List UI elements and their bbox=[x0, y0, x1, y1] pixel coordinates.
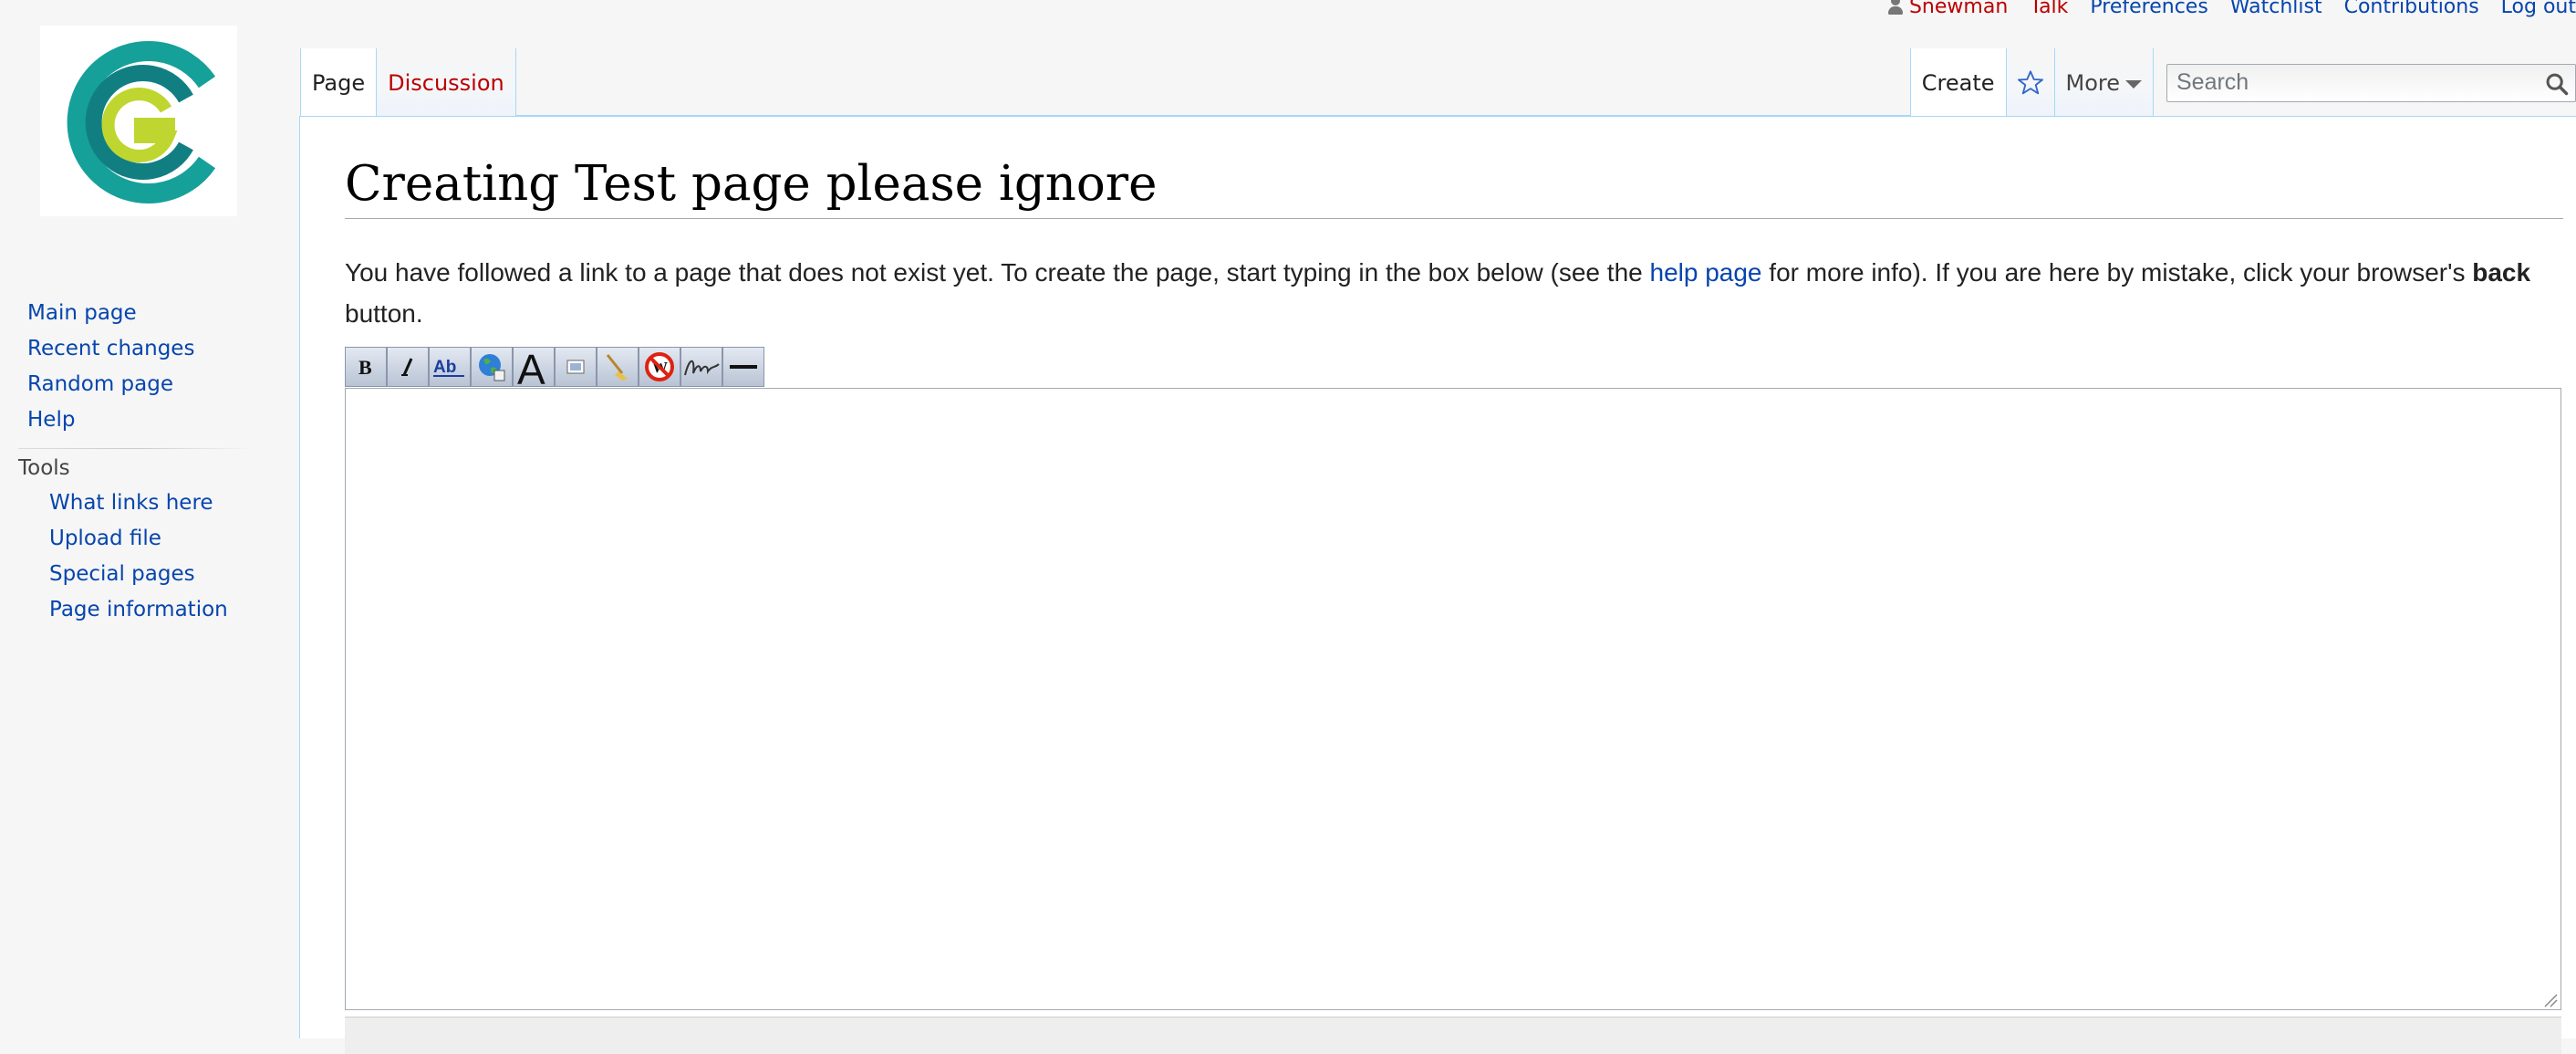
personal-tools: Snewman Talk Preferences Watchlist Contr… bbox=[1887, 0, 2576, 20]
headline-button[interactable]: A bbox=[513, 347, 555, 387]
more-label: More bbox=[2065, 69, 2121, 96]
sidebar-item-help[interactable]: Help bbox=[27, 408, 75, 432]
sidebar-item-main-page[interactable]: Main page bbox=[27, 301, 137, 325]
logout-link[interactable]: Log out bbox=[2501, 0, 2576, 18]
internal-link-button[interactable]: Ab bbox=[429, 347, 471, 387]
search-box bbox=[2166, 63, 2576, 102]
edit-textarea[interactable] bbox=[345, 388, 2561, 1010]
nowiki-button[interactable] bbox=[597, 347, 639, 387]
username-label: Snewman bbox=[1908, 0, 2009, 18]
sidebar-item-page-information[interactable]: Page information bbox=[49, 598, 228, 621]
preferences-link[interactable]: Preferences bbox=[2090, 0, 2207, 18]
internal-link-icon: Ab bbox=[433, 358, 464, 377]
contributions-link[interactable]: Contributions bbox=[2344, 0, 2479, 18]
tools-heading: Tools bbox=[18, 456, 70, 480]
resize-grip-icon[interactable] bbox=[2541, 991, 2558, 1007]
signature-icon bbox=[684, 360, 720, 376]
broom-icon bbox=[606, 354, 628, 381]
tab-page[interactable]: Page bbox=[300, 48, 378, 117]
page-title: Creating Test page please ignore bbox=[345, 153, 2563, 219]
user-link[interactable]: Snewman bbox=[1887, 0, 2008, 18]
site-logo[interactable] bbox=[40, 26, 237, 216]
sidebar-item-what-links-here[interactable]: What links here bbox=[49, 491, 213, 515]
ignore-formatting-button[interactable]: W bbox=[639, 347, 680, 387]
bold-button[interactable]: B bbox=[345, 347, 387, 387]
site-logo-cg-icon bbox=[67, 41, 216, 203]
italic-button[interactable] bbox=[387, 347, 429, 387]
embedded-file-button[interactable] bbox=[555, 347, 597, 387]
horizontal-line-button[interactable] bbox=[722, 347, 764, 387]
intro-end: button. bbox=[345, 299, 423, 328]
tab-create[interactable]: Create bbox=[1909, 48, 2007, 117]
sidebar-item-recent-changes[interactable]: Recent changes bbox=[27, 337, 194, 360]
search-icon[interactable] bbox=[2544, 71, 2570, 97]
svg-text:Ab: Ab bbox=[433, 358, 456, 377]
italic-icon bbox=[401, 358, 413, 376]
back-word: back bbox=[2472, 258, 2531, 287]
image-icon bbox=[566, 360, 585, 374]
namespace-tabs: Page Discussion bbox=[300, 48, 516, 117]
globe-icon bbox=[479, 354, 505, 381]
user-icon bbox=[1887, 0, 1904, 16]
edit-toolbar: B Ab A W bbox=[345, 347, 764, 389]
help-page-link[interactable]: help page bbox=[1650, 258, 1762, 287]
intro-text: You have followed a link to a page that … bbox=[345, 252, 2547, 334]
chevron-down-icon bbox=[2125, 80, 2142, 89]
star-icon bbox=[2017, 69, 2043, 94]
svg-text:B: B bbox=[358, 356, 372, 379]
watchlist-link[interactable]: Watchlist bbox=[2230, 0, 2322, 18]
no-wiki-icon: W bbox=[645, 352, 674, 381]
view-tabs: Create More bbox=[1909, 48, 2576, 117]
more-menu[interactable]: More bbox=[2054, 48, 2154, 117]
watch-star-button[interactable] bbox=[2006, 48, 2055, 117]
external-link-button[interactable] bbox=[471, 347, 513, 387]
svg-text:A: A bbox=[517, 347, 545, 387]
horizontal-line-icon bbox=[730, 365, 757, 369]
bold-icon: B bbox=[358, 356, 372, 379]
search-input[interactable] bbox=[2167, 64, 2575, 101]
edit-options-bar bbox=[345, 1017, 2561, 1054]
sidebar-item-upload-file[interactable]: Upload file bbox=[49, 527, 161, 550]
sidebar-item-random-page[interactable]: Random page bbox=[27, 372, 173, 396]
headline-icon: A bbox=[517, 347, 545, 387]
intro-before-link: You have followed a link to a page that … bbox=[345, 258, 1650, 287]
intro-after-link: for more info). If you are here by mista… bbox=[1761, 258, 2473, 287]
sidebar-item-special-pages[interactable]: Special pages bbox=[49, 562, 195, 586]
content-area: Creating Test page please ignore You hav… bbox=[299, 116, 2576, 1054]
tab-discussion[interactable]: Discussion bbox=[377, 48, 516, 117]
talk-link[interactable]: Talk bbox=[2030, 0, 2068, 18]
signature-button[interactable] bbox=[680, 347, 722, 387]
search-container bbox=[2154, 48, 2576, 117]
sidebar-separator bbox=[18, 448, 255, 449]
